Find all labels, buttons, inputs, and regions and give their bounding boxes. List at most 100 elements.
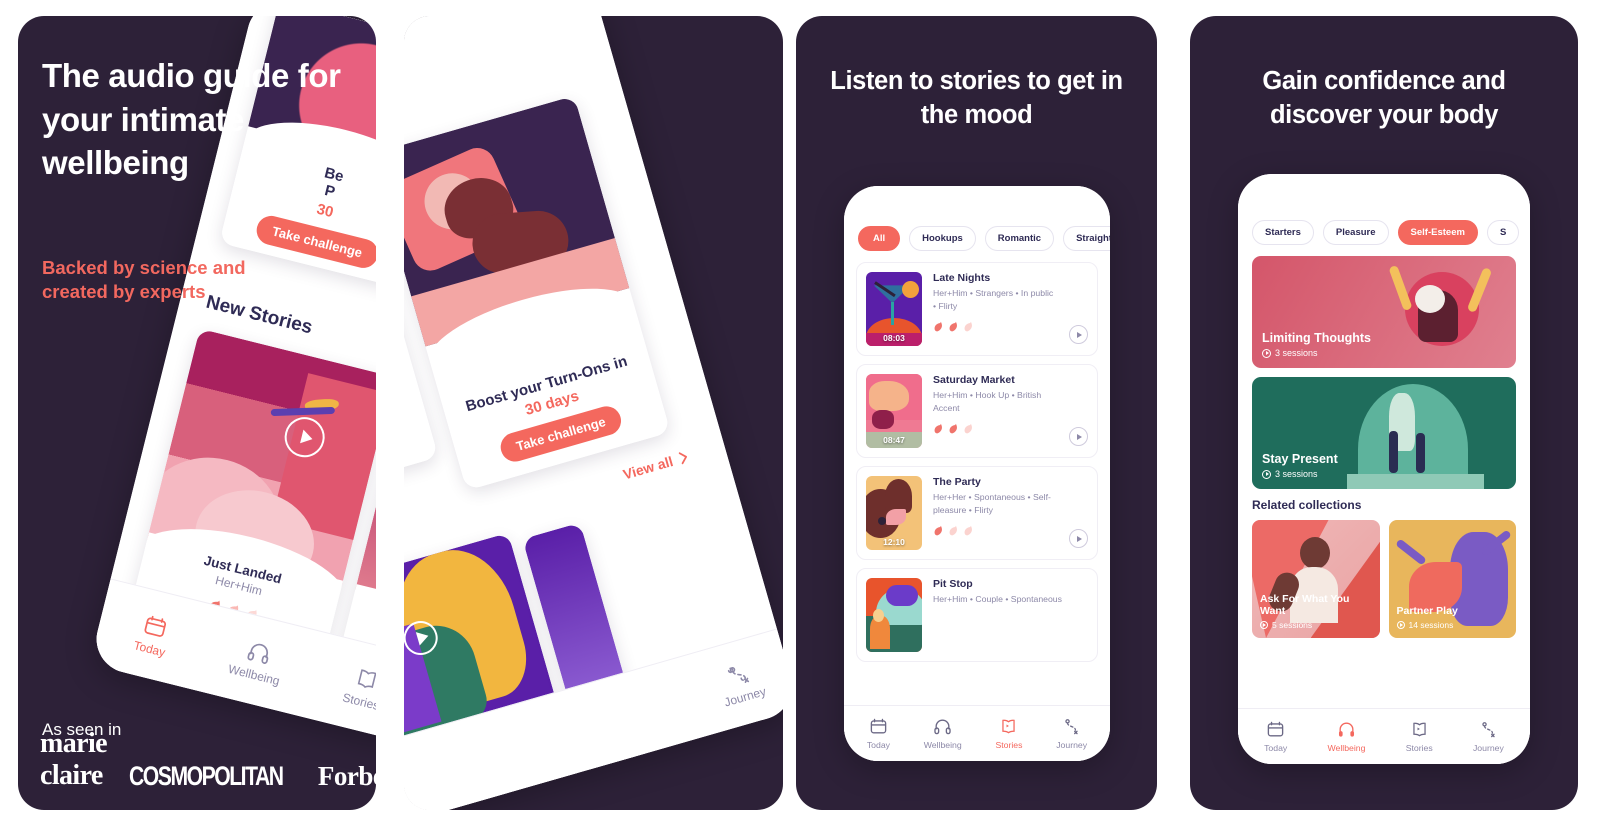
chili-icon (949, 423, 957, 434)
story-thumbnail: 12:10 (866, 476, 922, 550)
tab-stories[interactable]: Stories (1406, 720, 1433, 753)
app-screen-daily-routines: Daily routines me Body itivein ays (404, 16, 783, 810)
phone-mockup-4: Starters Pleasure Self-Esteem S Limiting… (1238, 174, 1530, 764)
related-title: Partner Play (1396, 604, 1458, 617)
tab-today[interactable]: Today (132, 611, 173, 659)
challenge-card[interactable]: Boost your Turn-Ons in 30 days Take chal… (404, 95, 671, 491)
screenshot-panel-1: Be P 30 Take challenge New Stories Just … (18, 16, 376, 810)
story-thumbnail (866, 578, 922, 652)
filter-pill-all[interactable]: All (858, 226, 901, 251)
collection-filter-row: Starters Pleasure Self-Esteem S (1252, 220, 1530, 245)
story-thumbnail: 08:03 (866, 272, 922, 346)
screenshot-panel-3: Listen to stories to get in the mood All… (796, 16, 1157, 810)
tab-wellbeing[interactable]: Wellbeing (924, 717, 962, 750)
app-screen-wellbeing: Starters Pleasure Self-Esteem S Limiting… (1238, 174, 1530, 764)
book-icon (1002, 719, 1016, 734)
story-duration: 08:03 (883, 333, 905, 343)
filter-pill-pleasure[interactable]: Pleasure (1322, 220, 1389, 245)
story-thumbnail: 08:47 (866, 374, 922, 448)
bottom-tab-bar: Today Wellbeing Stories Journey (1238, 708, 1530, 764)
story-title: Late Nights (933, 272, 991, 284)
tab-today[interactable]: Today (1264, 720, 1287, 753)
book-icon (357, 668, 376, 688)
chili-icon (964, 423, 972, 434)
filter-pill-more[interactable]: S (1486, 220, 1520, 245)
collection-sessions: 3 sessions (1275, 348, 1318, 358)
related-meta: 5 sessions (1260, 620, 1372, 630)
headphones-icon (1338, 722, 1355, 737)
chevron-right-icon (678, 452, 688, 465)
collection-list[interactable]: Limiting Thoughts 3 sessions Stay Presen… (1252, 256, 1516, 706)
screenshot-panel-2: Daily routines me Body itivein ays (404, 16, 783, 810)
tab-stories[interactable]: Stories (341, 663, 376, 713)
phone-mockup-2: Daily routines me Body itivein ays (404, 16, 783, 810)
story-list-item[interactable]: Pit Stop Her+Him • Couple • Spontaneous (856, 568, 1098, 662)
tab-today[interactable]: Today (867, 717, 890, 750)
related-card-partner-play[interactable]: Partner Play 14 sessions (1388, 520, 1516, 638)
app-screen-stories: All Hookups Romantic Straight 08:03 Late… (844, 186, 1110, 761)
tab-wellbeing[interactable]: Wellbeing (1327, 720, 1365, 753)
tab-label: Wellbeing (226, 661, 282, 688)
collection-sessions: 3 sessions (1275, 469, 1318, 479)
story-list[interactable]: 08:03 Late Nights Her+Him • Strangers • … (856, 262, 1098, 703)
play-small-icon (1262, 469, 1271, 479)
related-title: Ask For What You Want (1260, 592, 1350, 617)
play-small-icon (1396, 621, 1405, 629)
tab-wellbeing[interactable]: Wellbeing (226, 634, 288, 688)
story-duration: 08:47 (883, 435, 905, 445)
related-sessions: 14 sessions (1408, 620, 1454, 630)
heat-rating (933, 422, 1058, 435)
story-tags: Her+Her • Spontaneous • Self-pleasure • … (933, 492, 1051, 516)
collection-title: Limiting Thoughts (1262, 330, 1372, 345)
view-all-link[interactable]: View all (621, 449, 690, 482)
collection-card-limiting-thoughts[interactable]: Limiting Thoughts 3 sessions (1252, 256, 1516, 368)
screenshot-panel-4: Gain confidence and discover your body S… (1190, 16, 1578, 810)
related-card-ask-for-what-you-want[interactable]: Ask For What You Want 5 sessions (1252, 520, 1380, 638)
tab-label: Stories (995, 740, 1023, 750)
panel-headline: Gain confidence and discover your body (1262, 67, 1506, 130)
tab-journey[interactable]: Journey (1473, 720, 1504, 753)
story-duration: 12:10 (883, 537, 905, 547)
related-collections-title: Related collections (1252, 498, 1362, 512)
filter-pill-hookups[interactable]: Hookups (909, 226, 976, 251)
related-sessions: 5 sessions (1272, 620, 1313, 630)
tab-label: Today (866, 740, 891, 750)
story-title: Saturday Market (933, 374, 1015, 386)
filter-pill-starters[interactable]: Starters (1252, 220, 1314, 245)
story-list-item[interactable]: 12:10 The Party Her+Her • Spontaneous • … (856, 466, 1098, 560)
play-button[interactable] (1069, 529, 1088, 548)
tab-journey[interactable]: Journey (1056, 717, 1087, 750)
chili-icon (949, 321, 957, 332)
heat-rating (933, 524, 1058, 537)
journey-icon (1482, 722, 1495, 738)
logo-forbes: Forbes (317, 761, 376, 791)
play-button[interactable] (1069, 325, 1088, 344)
tab-label: Journey (1472, 743, 1504, 753)
tab-label: Stories (341, 689, 376, 713)
related-collections-row: Ask For What You Want 5 sessions Partner… (1252, 520, 1516, 638)
play-button[interactable] (1069, 427, 1088, 446)
story-tags: Her+Him • Strangers • In public • Flirty (933, 288, 1054, 312)
tab-stories[interactable]: Stories (995, 717, 1022, 750)
tab-label: Wellbeing (923, 740, 962, 750)
chili-icon (934, 321, 942, 332)
tab-label: Today (1264, 743, 1288, 753)
filter-pill-romantic[interactable]: Romantic (984, 226, 1055, 251)
collection-meta: 3 sessions (1262, 469, 1410, 479)
filter-pill-self-esteem[interactable]: Self-Esteem (1397, 220, 1478, 245)
collection-card-stay-present[interactable]: Stay Present 3 sessions (1252, 377, 1516, 489)
tab-journey[interactable]: Journey (715, 657, 767, 709)
play-small-icon (1260, 621, 1268, 629)
phone-mockup-3: All Hookups Romantic Straight 08:03 Late… (844, 186, 1110, 761)
story-list-item[interactable]: 08:47 Saturday Market Her+Him • Hook Up … (856, 364, 1098, 458)
filter-pill-straight[interactable]: Straight (1063, 226, 1110, 251)
logo-marie-claire: marie claire (40, 728, 108, 791)
story-list-item[interactable]: 08:03 Late Nights Her+Him • Strangers • … (856, 262, 1098, 356)
screenshot-gallery: Be P 30 Take challenge New Stories Just … (0, 0, 1600, 826)
collection-meta: 3 sessions (1262, 348, 1410, 358)
story-filter-row: All Hookups Romantic Straight (858, 226, 1110, 251)
story-title: The Party (933, 476, 981, 488)
headphones-icon (934, 719, 951, 735)
chili-icon (934, 525, 942, 536)
related-meta: 14 sessions (1396, 620, 1509, 630)
